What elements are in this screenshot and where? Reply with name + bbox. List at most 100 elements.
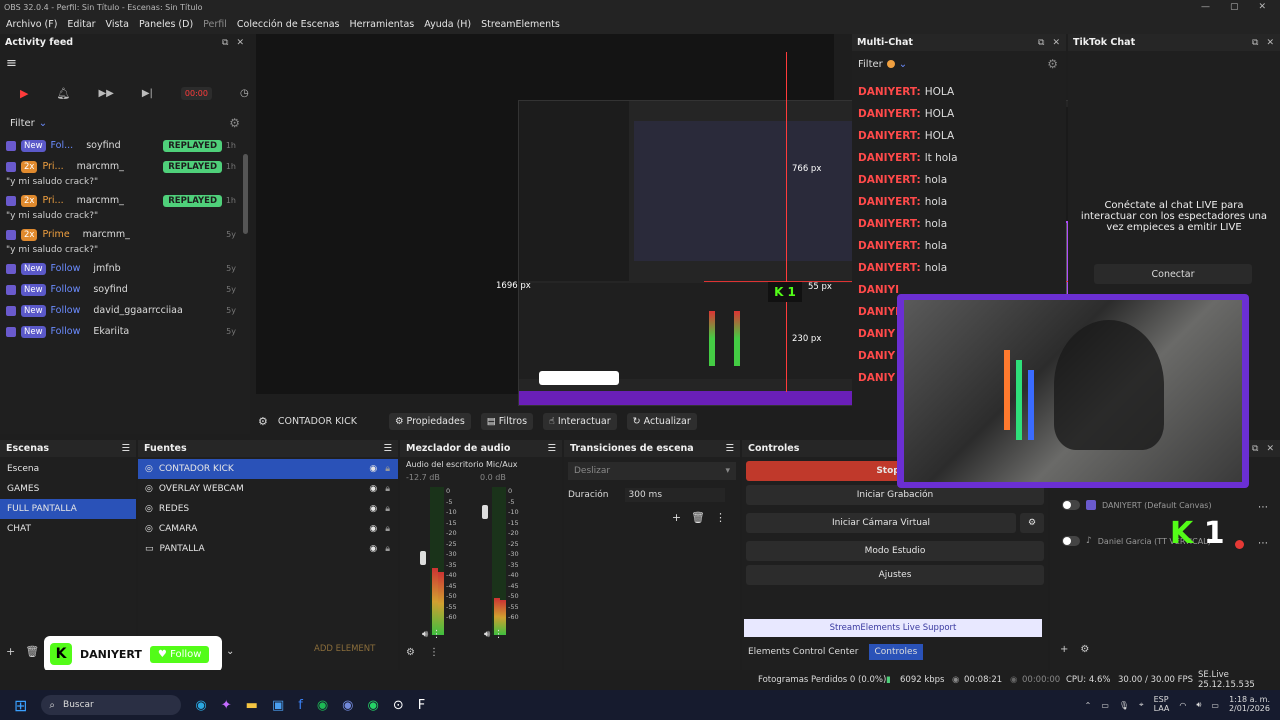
spotify-icon[interactable]: ◉: [317, 698, 328, 713]
source-item[interactable]: ◎ CONTADOR KICK ◉ 🔒︎: [138, 459, 398, 479]
menu-item[interactable]: Editar: [67, 19, 95, 30]
feed-item[interactable]: New Follow soyfind 5y: [0, 279, 250, 300]
tab-controles[interactable]: Controles: [868, 644, 924, 660]
mic-volume-slider[interactable]: [482, 505, 488, 519]
maximize-icon[interactable]: ▢: [1230, 2, 1239, 12]
dock-menu-icon[interactable]: ☰: [547, 443, 562, 454]
chevron-down-icon[interactable]: ⌄: [899, 59, 907, 70]
widget-chevron-icon[interactable]: ⌄: [226, 646, 234, 657]
add-transition-icon[interactable]: +: [672, 511, 681, 524]
chat-username[interactable]: DANIY: [858, 350, 895, 362]
chat-username[interactable]: DANIYI: [858, 284, 899, 296]
volume-icon[interactable]: 🔊︎: [1196, 700, 1201, 710]
discord-icon[interactable]: ◉: [342, 698, 353, 713]
undock-icon[interactable]: ⧉: [1252, 38, 1258, 48]
dock-menu-icon[interactable]: ☰: [383, 443, 398, 454]
scene-item[interactable]: GAMES: [0, 479, 136, 499]
filters-button[interactable]: ▤ Filtros: [480, 412, 534, 430]
properties-button[interactable]: ⚙ Propiedades: [388, 412, 471, 430]
menu-item[interactable]: Perfil: [203, 19, 227, 30]
lock-icon[interactable]: 🔒︎: [385, 484, 390, 494]
desktop-volume-slider[interactable]: [420, 551, 426, 565]
more-options-icon[interactable]: ⋯: [1258, 502, 1268, 513]
chat-username[interactable]: DANIYI: [858, 306, 899, 318]
toggle-switch[interactable]: [1062, 500, 1080, 510]
location-icon[interactable]: ⌖: [1139, 700, 1144, 710]
close-dock-icon[interactable]: ✕: [236, 38, 244, 48]
visibility-eye-icon[interactable]: ◉: [369, 504, 377, 514]
close-icon[interactable]: ✕: [1258, 2, 1266, 12]
chat-username[interactable]: DANIYERT:: [858, 174, 921, 186]
visibility-eye-icon[interactable]: ◉: [369, 524, 377, 534]
chat-username[interactable]: DANIYERT:: [858, 240, 921, 252]
mixer-settings-icon[interactable]: ⚙: [406, 647, 415, 658]
bell-icon[interactable]: 🔔︎: [56, 87, 70, 100]
hamburger-menu-icon[interactable]: ≡: [6, 56, 17, 71]
skip-icon[interactable]: ▶|: [142, 88, 153, 99]
close-dock-icon[interactable]: ✕: [1266, 38, 1274, 48]
menu-item[interactable]: Vista: [106, 19, 129, 30]
delete-transition-icon[interactable]: 🗑︎: [691, 511, 705, 524]
taskbar-search[interactable]: ⌕ Buscar: [41, 695, 182, 715]
gear-icon[interactable]: ⚙: [258, 415, 268, 428]
interact-button[interactable]: ☝ Interactuar: [543, 412, 617, 430]
duration-input[interactable]: 300 ms: [624, 488, 725, 502]
visibility-eye-icon[interactable]: ◉: [369, 484, 377, 494]
undock-icon[interactable]: ⧉: [1038, 38, 1044, 48]
lock-icon[interactable]: 🔒︎: [385, 544, 390, 554]
source-item[interactable]: ◎ REDES ◉ 🔒︎: [138, 499, 398, 519]
chat-username[interactable]: DANIY: [858, 372, 895, 384]
undock-icon[interactable]: ⧉: [1252, 444, 1258, 454]
visibility-eye-icon[interactable]: ◉: [369, 464, 377, 474]
source-item[interactable]: ◎ CAMARA ◉ 🔒︎: [138, 519, 398, 539]
settings-gear-icon[interactable]: ⚙: [229, 116, 240, 130]
chat-username[interactable]: DANIYERT:: [858, 196, 921, 208]
feed-scrollbar[interactable]: [243, 154, 248, 234]
minimize-icon[interactable]: —: [1201, 2, 1210, 12]
copilot-icon[interactable]: ✦: [221, 698, 232, 713]
feed-item[interactable]: 2x Prime marcmm_ 5y: [0, 224, 250, 245]
play-icon[interactable]: ▶: [20, 87, 28, 100]
fast-forward-icon[interactable]: ▶▶: [98, 88, 113, 99]
transition-select[interactable]: Deslizar ▾: [568, 462, 736, 480]
speaker-icon[interactable]: 🔊︎ ⋮: [422, 629, 441, 640]
scene-item[interactable]: CHAT: [0, 519, 136, 539]
feed-item[interactable]: 2x Pri... marcmm_ REPLAYED 1h: [0, 156, 250, 177]
mixer-more-icon[interactable]: ⋮: [429, 647, 439, 658]
battery-icon[interactable]: ▭: [1211, 701, 1219, 710]
live-support-button[interactable]: StreamElements Live Support: [744, 619, 1042, 637]
store-icon[interactable]: ▣: [272, 698, 284, 713]
tab-elements-control-center[interactable]: Elements Control Center: [742, 644, 865, 660]
feed-item[interactable]: New Follow david_ggaarrcciiaa 5y: [0, 300, 250, 321]
transition-more-icon[interactable]: ⋮: [715, 511, 726, 524]
windows-start-icon[interactable]: ⊞: [14, 696, 27, 715]
tray-chevron-icon[interactable]: ⌃: [1085, 701, 1092, 710]
menu-item[interactable]: Paneles (D): [139, 19, 193, 30]
start-recording-button[interactable]: Iniciar Grabación: [746, 485, 1044, 505]
menu-item[interactable]: Herramientas: [350, 19, 415, 30]
file-explorer-icon[interactable]: ▬: [246, 698, 258, 713]
undock-icon[interactable]: ⧉: [222, 38, 228, 48]
preview-canvas[interactable]: 1696 px 766 px 55 px 230 px K 1: [256, 34, 1084, 406]
refresh-button[interactable]: ↻ Actualizar: [626, 412, 697, 430]
edge-icon[interactable]: ◉: [195, 698, 206, 713]
mic-icon[interactable]: 🎙︎: [1119, 701, 1129, 710]
feed-item[interactable]: New Follow Ekariita 5y: [0, 321, 250, 342]
menu-item[interactable]: StreamElements: [481, 19, 560, 30]
scene-item[interactable]: Escena: [0, 459, 136, 479]
chevron-down-icon[interactable]: ⌄: [39, 118, 47, 129]
lock-icon[interactable]: 🔒︎: [385, 504, 390, 514]
accounts-settings-icon[interactable]: ⚙: [1080, 644, 1089, 655]
history-icon[interactable]: ◷: [240, 88, 249, 99]
streamelements-icon[interactable]: F: [418, 698, 425, 713]
kick-follow-button[interactable]: ♥ Follow: [149, 645, 210, 663]
delete-scene-icon[interactable]: 🗑︎: [25, 645, 39, 658]
close-dock-icon[interactable]: ✕: [1052, 38, 1060, 48]
chat-username[interactable]: DANIYERT:: [858, 86, 921, 98]
wifi-icon[interactable]: ◠: [1179, 701, 1186, 710]
add-element-button[interactable]: ADD ELEMENT: [314, 644, 375, 654]
lock-icon[interactable]: 🔒︎: [385, 524, 390, 534]
feed-item[interactable]: 2x Pri... marcmm_ REPLAYED 1h: [0, 190, 250, 211]
menu-item[interactable]: Colección de Escenas: [237, 19, 340, 30]
tray-app-icon[interactable]: ▭: [1101, 701, 1109, 710]
